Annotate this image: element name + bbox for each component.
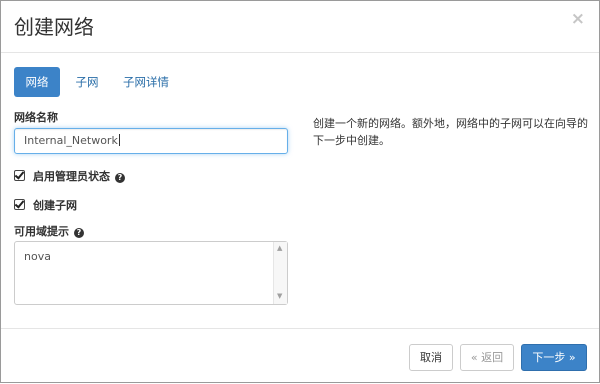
check-square-icon[interactable] bbox=[14, 199, 25, 210]
az-hints-label: 可用域提示 bbox=[14, 225, 69, 238]
back-button[interactable]: « 返回 bbox=[460, 344, 514, 371]
text-caret bbox=[118, 134, 120, 146]
scroll-down-icon[interactable]: ▼ bbox=[277, 293, 282, 300]
admin-state-label: 启用管理员状态 bbox=[33, 170, 110, 183]
help-description: 创建一个新的网络。额外地，网络中的子网可以在向导的下一步中创建。 bbox=[313, 117, 588, 147]
admin-state-checkbox[interactable]: 启用管理员状态? bbox=[14, 168, 125, 184]
az-hints-listbox[interactable]: nova ▲ ▼ bbox=[14, 241, 288, 305]
az-hints-option[interactable]: nova bbox=[24, 250, 51, 263]
modal-title: 创建网络 bbox=[14, 15, 94, 39]
tab-network[interactable]: 网络 bbox=[14, 67, 60, 97]
next-button[interactable]: 下一步 » bbox=[521, 344, 587, 371]
cancel-button[interactable]: 取消 bbox=[409, 344, 453, 371]
create-network-dialog: 创建网络 × 网络 子网 子网详情 网络名称 Internal_Network … bbox=[0, 0, 600, 383]
close-icon[interactable]: × bbox=[571, 11, 585, 28]
create-subnet-label: 创建子网 bbox=[33, 199, 77, 212]
modal-header: 创建网络 × bbox=[1, 1, 599, 53]
tab-subnet[interactable]: 子网 bbox=[64, 67, 110, 97]
scroll-up-icon[interactable]: ▲ bbox=[277, 245, 282, 252]
az-hints-label-row: 可用域提示? bbox=[14, 223, 84, 239]
network-name-input[interactable]: Internal_Network bbox=[14, 128, 288, 154]
question-circle-icon: ? bbox=[74, 228, 84, 238]
check-square-icon[interactable] bbox=[14, 170, 25, 181]
listbox-scrollbar[interactable]: ▲ ▼ bbox=[273, 242, 287, 304]
network-name-label: 网络名称 bbox=[14, 111, 58, 124]
modal-footer: 取消 « 返回 下一步 » bbox=[1, 328, 599, 384]
create-subnet-checkbox[interactable]: 创建子网 bbox=[14, 197, 77, 213]
network-name-value: Internal_Network bbox=[24, 134, 118, 147]
tab-subnet-details[interactable]: 子网详情 bbox=[114, 67, 178, 97]
question-circle-icon: ? bbox=[115, 173, 125, 183]
